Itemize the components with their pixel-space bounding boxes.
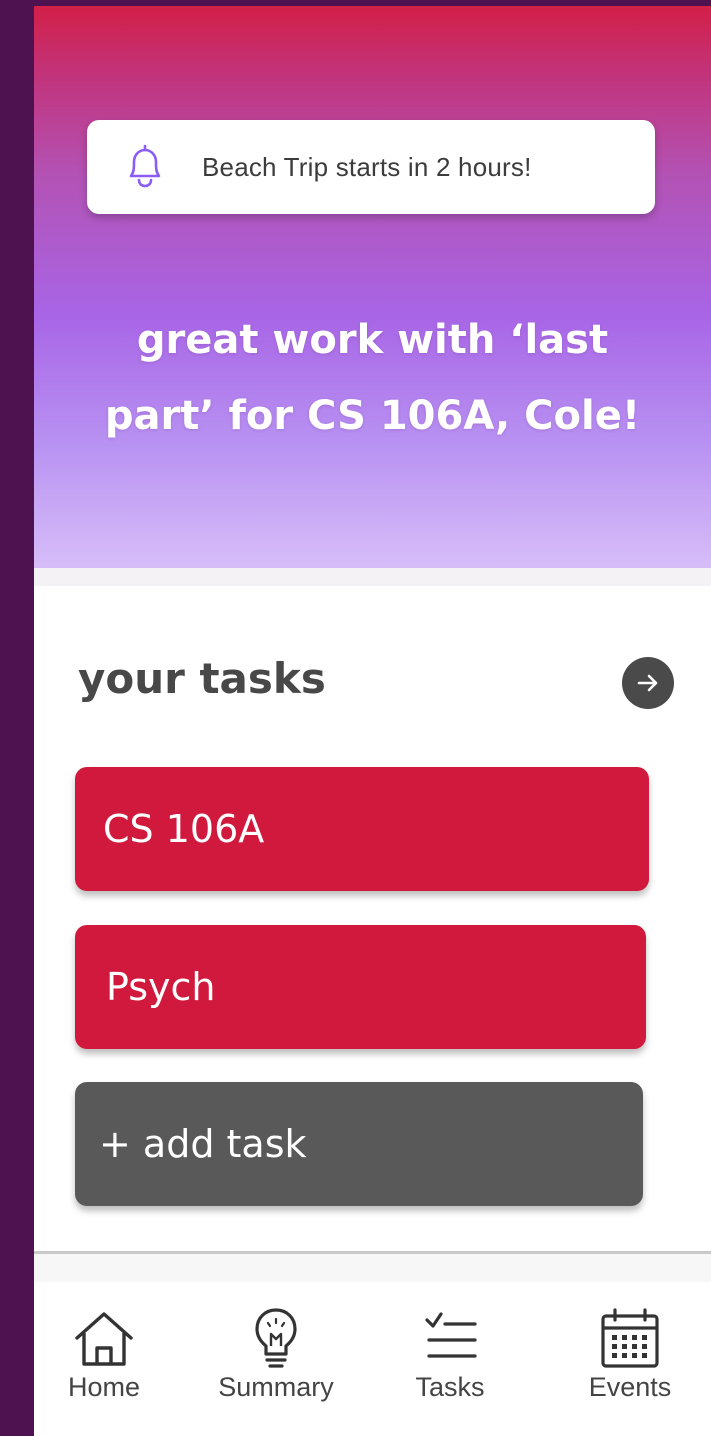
arrow-right-icon (637, 674, 658, 692)
task-card-cs106a[interactable]: CS 106A (75, 767, 649, 891)
nav-separator-gap (34, 1254, 711, 1282)
section-divider (34, 568, 711, 586)
bottom-nav: Home Summary Tasks Events (34, 1282, 711, 1436)
notification-card[interactable]: Beach Trip starts in 2 hours! (87, 120, 655, 214)
hero-banner: Beach Trip starts in 2 hours! great work… (34, 6, 711, 568)
nav-label-events: Events (588, 1372, 672, 1402)
calendar-icon (601, 1308, 659, 1368)
nav-item-home[interactable]: Home (48, 1282, 160, 1436)
nav-item-events[interactable]: Events (574, 1282, 686, 1436)
nav-item-summary[interactable]: Summary (200, 1282, 352, 1436)
greeting-headline: great work with ‘last part’ for CS 106A,… (34, 302, 711, 454)
greeting-line-1: great work with ‘last (136, 317, 609, 363)
task-label: CS 106A (103, 807, 265, 851)
app-screen: Beach Trip starts in 2 hours! great work… (34, 6, 711, 1436)
nav-label-tasks: Tasks (415, 1372, 485, 1402)
add-task-button[interactable]: + add task (75, 1082, 643, 1206)
nav-label-summary: Summary (218, 1372, 334, 1402)
tasks-section-title: your tasks (78, 654, 326, 703)
home-icon (75, 1312, 133, 1366)
lightbulb-icon (255, 1308, 297, 1368)
bell-icon (129, 144, 161, 188)
task-card-psych[interactable]: Psych (75, 925, 646, 1049)
nav-label-home: Home (67, 1372, 141, 1402)
greeting-line-2: part’ for CS 106A, Cole! (104, 393, 641, 439)
task-label: Psych (106, 965, 216, 1009)
checklist-icon (425, 1312, 477, 1358)
notification-text: Beach Trip starts in 2 hours! (202, 151, 532, 182)
tasks-more-button[interactable] (622, 657, 674, 709)
nav-item-tasks[interactable]: Tasks (394, 1282, 506, 1436)
add-task-label: + add task (99, 1122, 307, 1166)
